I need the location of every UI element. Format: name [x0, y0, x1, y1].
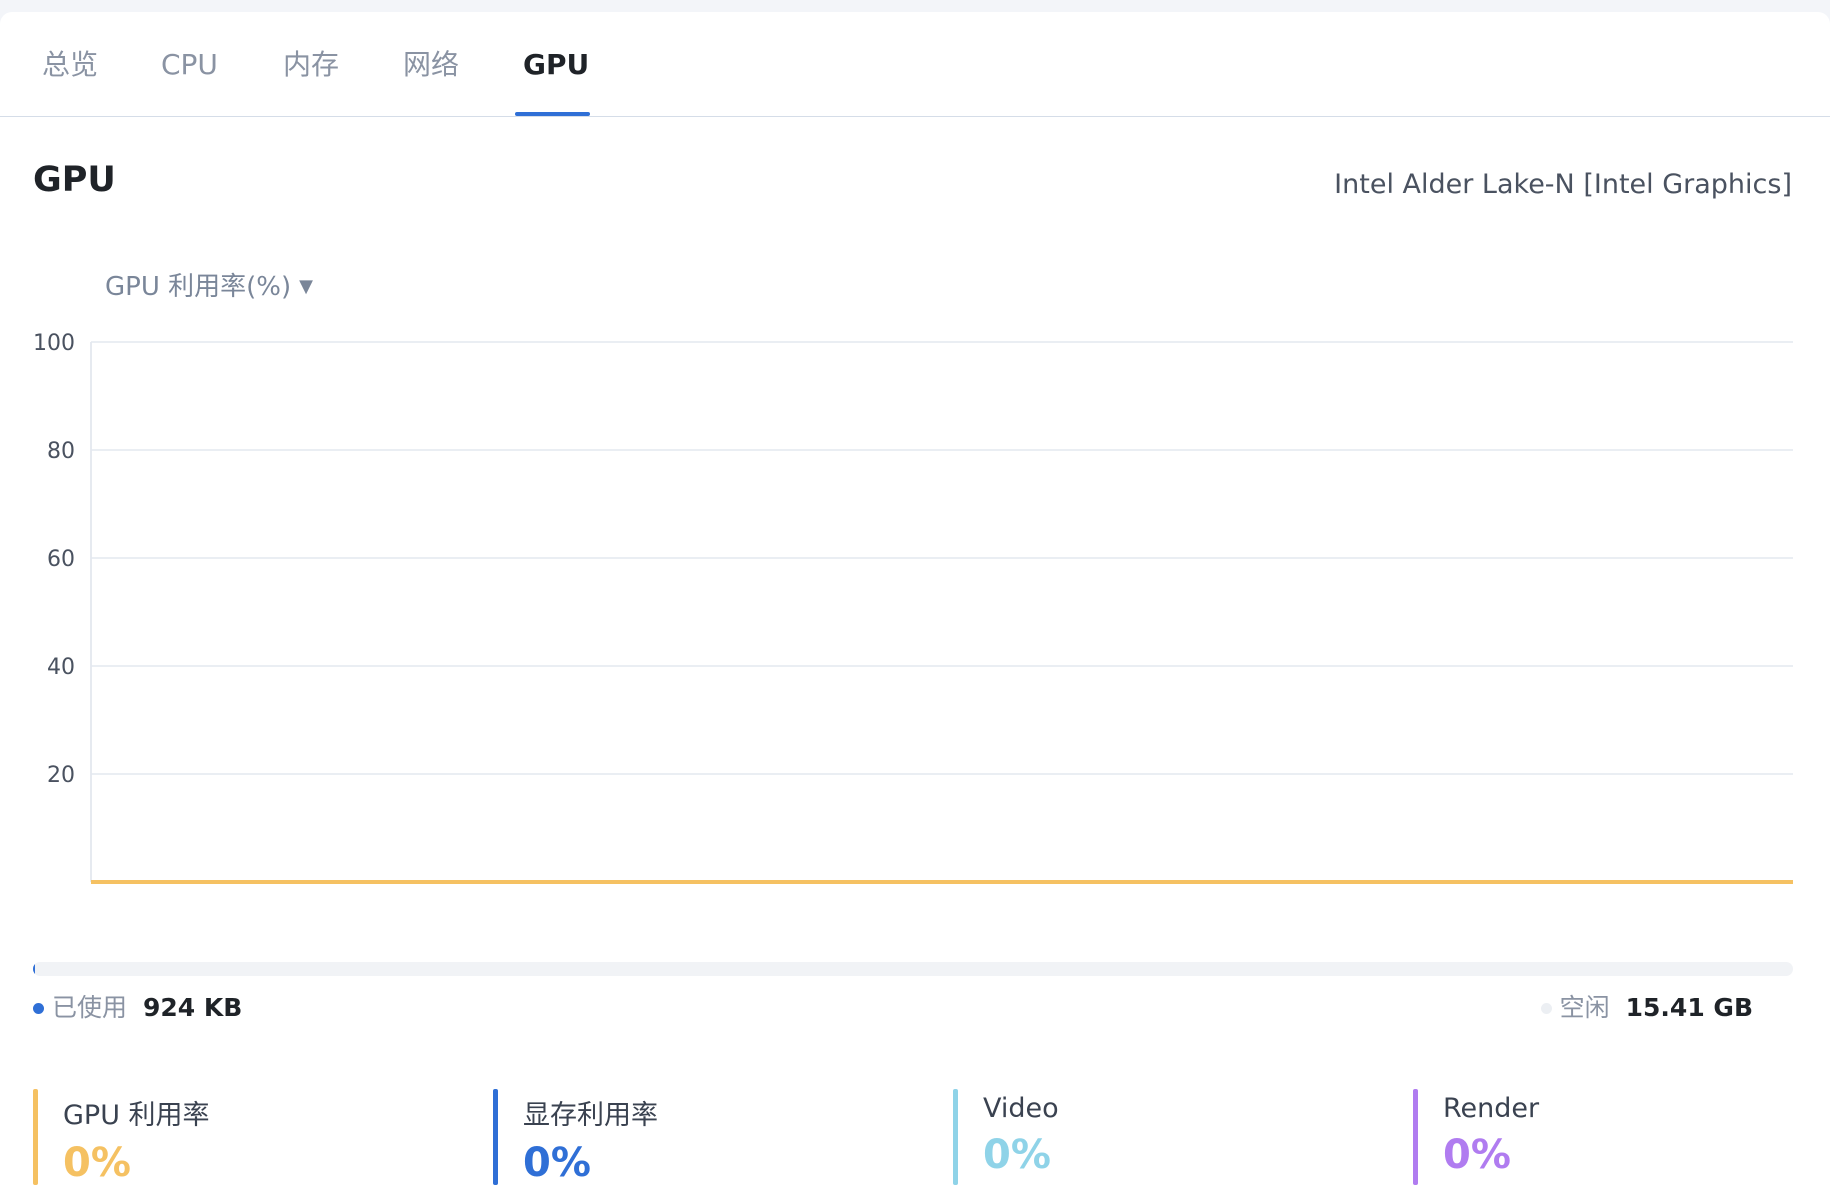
tab-memory[interactable]: 内存 [283, 12, 339, 117]
tab-network[interactable]: 网络 [403, 12, 459, 117]
caret-down-icon: ▼ [299, 276, 313, 297]
active-tab-indicator [515, 112, 590, 116]
stat-label: 显存利用率 [523, 1100, 658, 1131]
memory-usage-fill [33, 962, 35, 976]
memory-free: 空闲 15.41 GB [1540, 988, 1753, 1024]
used-dot-icon [33, 1003, 44, 1014]
y-tick-label: 100 [33, 331, 75, 356]
chart-grid [90, 341, 1793, 882]
chart-y-ticks: 100 80 60 40 20 [33, 331, 75, 788]
memory-usage-bar [33, 962, 1793, 976]
stat-value: 0% [523, 1140, 591, 1186]
gpu-card: 总览 CPU 内存 网络 GPU GPU Intel Alder Lake-N … [0, 12, 1830, 1196]
memory-free-value: 15.41 GB [1625, 993, 1753, 1022]
stat-render: Render 0% [1413, 1089, 1830, 1185]
section-title: GPU [33, 160, 116, 200]
memory-used-value: 924 KB [143, 993, 243, 1022]
stat-accent-bar [493, 1089, 498, 1185]
gpu-device-name: Intel Alder Lake-N [Intel Graphics] [1334, 169, 1792, 200]
metric-dropdown[interactable]: GPU 利用率(%) ▼ [105, 266, 313, 303]
tab-cpu[interactable]: CPU [161, 12, 218, 117]
stat-gpu-utilization: GPU 利用率 0% [33, 1089, 453, 1186]
y-tick-label: 20 [47, 763, 75, 788]
stat-accent-bar [33, 1089, 38, 1185]
stat-vram-utilization: 显存利用率 0% [493, 1089, 913, 1186]
y-tick-label: 80 [47, 439, 75, 464]
memory-free-label: 空闲 [1559, 993, 1610, 1022]
stat-value: 0% [63, 1140, 131, 1186]
free-dot-icon [1540, 1003, 1552, 1014]
memory-used: 已使用 924 KB [33, 988, 242, 1024]
stat-label: Video [983, 1093, 1059, 1124]
stat-value: 0% [1443, 1132, 1511, 1178]
tab-overview[interactable]: 总览 [42, 12, 98, 117]
gpu-utilization-chart: 100 80 60 40 20 [33, 331, 1793, 884]
tab-gpu[interactable]: GPU [523, 12, 589, 117]
stat-label: Render [1443, 1093, 1540, 1124]
stat-video: Video 0% [953, 1089, 1373, 1185]
stat-accent-bar [1413, 1089, 1418, 1185]
stat-label: GPU 利用率 [63, 1100, 210, 1131]
stat-accent-bar [953, 1089, 958, 1185]
tab-bar: 总览 CPU 内存 网络 GPU [0, 12, 1830, 117]
y-tick-label: 60 [47, 547, 75, 572]
stat-value: 0% [983, 1132, 1051, 1178]
memory-used-label: 已使用 [52, 993, 128, 1022]
metric-dropdown-value: GPU 利用率(%) [105, 272, 292, 302]
y-tick-label: 40 [47, 655, 75, 680]
